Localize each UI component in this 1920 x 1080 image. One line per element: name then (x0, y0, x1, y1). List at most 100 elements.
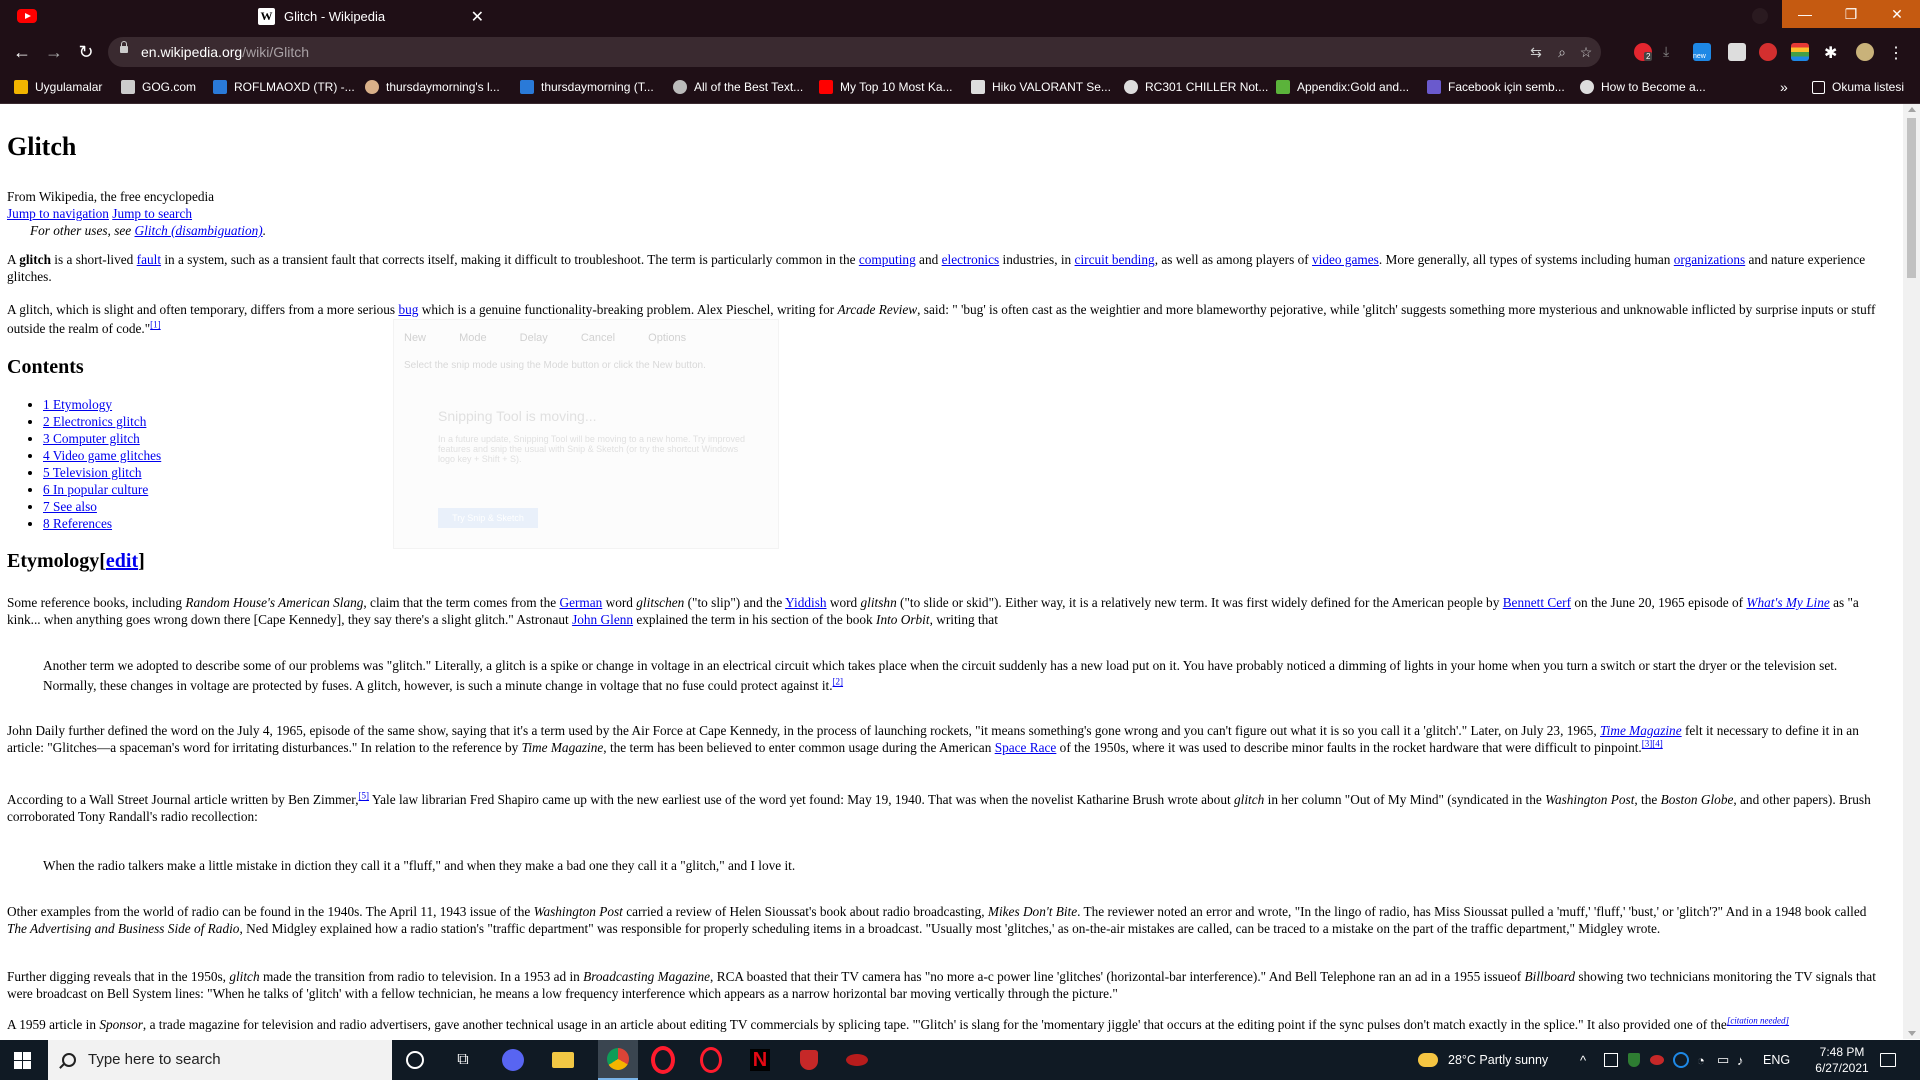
back-arrow-icon[interactable]: ← (10, 40, 34, 64)
netflix-icon[interactable]: N (747, 1047, 773, 1073)
reference-3-4-link[interactable]: [3][4] (1642, 739, 1663, 749)
extension-shield-icon[interactable] (1752, 8, 1768, 24)
msi-dragon-center-icon[interactable] (796, 1047, 822, 1073)
show-hidden-icons-chevron-icon[interactable]: ^ (1580, 1040, 1586, 1080)
bookmark-item[interactable]: Hiko VALORANT Se... (971, 78, 1111, 96)
weather-widget[interactable]: 28°C Partly sunny (1418, 1040, 1548, 1080)
clock[interactable]: 7:48 PM 6/27/2021 (1806, 1040, 1878, 1080)
toc-link-electronics-glitch[interactable]: 2 Electronics glitch (43, 414, 146, 429)
video-games-link[interactable]: video games (1312, 252, 1379, 267)
taskbar-search-box[interactable]: Type here to search (48, 1040, 392, 1080)
clipboard-extension-icon[interactable] (1728, 43, 1746, 61)
new-extension-icon[interactable]: new (1693, 43, 1711, 61)
battery-power-icon[interactable]: ▭ (1717, 1040, 1729, 1080)
lastpass-extension-icon[interactable] (1759, 43, 1777, 61)
bookmark-item[interactable]: Uygulamalar (14, 78, 102, 96)
electronics-link[interactable]: electronics (942, 252, 1000, 267)
vertical-scrollbar[interactable] (1903, 104, 1920, 1039)
volume-speaker-icon[interactable]: ♪ (1737, 1040, 1744, 1080)
john-glenn-link[interactable]: John Glenn (572, 612, 633, 627)
scrollbar-thumb[interactable] (1907, 118, 1916, 278)
toc-link-video-game-glitches[interactable]: 4 Video game glitches (43, 448, 161, 463)
security-shield-icon[interactable] (1628, 1040, 1640, 1080)
bookmark-item[interactable]: My Top 10 Most Ka... (819, 78, 953, 96)
close-window-button[interactable]: ✕ (1874, 0, 1920, 28)
forward-arrow-icon[interactable]: → (42, 40, 66, 64)
fault-link[interactable]: fault (137, 252, 161, 267)
letter-l-icon (520, 80, 534, 94)
bookmark-item[interactable]: GOG.com (121, 78, 196, 96)
tray-app-icon[interactable] (1604, 1040, 1618, 1080)
input-language-indicator[interactable]: ENG (1763, 1040, 1790, 1080)
address-bar[interactable]: en.wikipedia.org/wiki/Glitch ⇆ ⌕ ☆ (108, 37, 1601, 67)
opera-gx-icon[interactable] (698, 1047, 724, 1073)
translate-icon[interactable]: ⇆ (1527, 43, 1545, 61)
msi-afterburner-icon[interactable] (844, 1047, 870, 1073)
bookmark-item[interactable]: Facebook için semb... (1427, 78, 1565, 96)
toc-link-popular-culture[interactable]: 6 In popular culture (43, 482, 148, 497)
bookmark-item[interactable]: All of the Best Text... (673, 78, 803, 96)
reading-list-button[interactable]: Okuma listesi (1812, 78, 1904, 96)
toc-link-etymology[interactable]: 1 Etymology (43, 397, 112, 412)
bennett-cerf-link[interactable]: Bennett Cerf (1503, 595, 1571, 610)
time-magazine-link[interactable]: Time Magazine (1600, 723, 1682, 738)
tab-glitch-wikipedia[interactable]: W Glitch - Wikipedia ✕ (240, 0, 490, 33)
computing-link[interactable]: computing (859, 252, 916, 267)
profile-avatar[interactable] (1856, 43, 1874, 61)
color-picker-extension-icon[interactable] (1791, 43, 1809, 61)
cortana-icon[interactable] (402, 1047, 428, 1073)
opera-icon[interactable] (650, 1046, 676, 1074)
space-race-link[interactable]: Space Race (995, 740, 1057, 755)
bookmark-item[interactable]: ROFLMAOXD (TR) -... (213, 78, 355, 96)
adblock-extension-icon[interactable]: 2 (1634, 43, 1653, 61)
reload-icon[interactable]: ↻ (74, 40, 98, 64)
msi-tray-icon[interactable] (1650, 1040, 1664, 1080)
url-text[interactable]: en.wikipedia.org/wiki/Glitch (141, 44, 309, 60)
bookmark-item[interactable]: How to Become a... (1580, 78, 1706, 96)
german-link[interactable]: German (559, 595, 602, 610)
menu-kebab-icon[interactable]: ⋮ (1888, 43, 1906, 62)
reference-5-link[interactable]: [5] (359, 791, 370, 801)
extensions-puzzle-icon[interactable]: ✱ (1824, 43, 1842, 62)
restore-window-button[interactable]: ❐ (1828, 0, 1874, 28)
file-explorer-icon[interactable] (550, 1047, 576, 1073)
minimize-window-button[interactable]: — (1782, 0, 1828, 28)
scroll-down-arrow-icon[interactable] (1908, 1031, 1916, 1036)
chrome-taskbar-icon[interactable] (598, 1040, 638, 1080)
organizations-link[interactable]: organizations (1674, 252, 1745, 267)
reference-1-link[interactable]: [1] (150, 320, 161, 330)
jump-to-navigation-link[interactable]: Jump to navigation (7, 206, 109, 221)
toc-link-computer-glitch[interactable]: 3 Computer glitch (43, 431, 140, 446)
bug-link[interactable]: bug (398, 302, 418, 317)
yiddish-link[interactable]: Yiddish (785, 595, 826, 610)
discord-icon[interactable] (500, 1047, 526, 1073)
youtube-tab-icon[interactable] (17, 9, 37, 23)
zoom-icon[interactable]: ⌕ (1553, 43, 1571, 61)
toc-link-television-glitch[interactable]: 5 Television glitch (43, 465, 142, 480)
windows-start-icon[interactable] (14, 1052, 31, 1069)
bookmark-item[interactable]: Appendix:Gold and... (1276, 78, 1409, 96)
network-wifi-icon[interactable]: ◔ (1697, 1040, 1705, 1080)
close-tab-icon[interactable]: ✕ (471, 7, 484, 27)
bookmark-item[interactable]: thursdaymorning (T... (520, 78, 654, 96)
bookmarks-overflow-button[interactable]: » (1780, 78, 1788, 96)
download-icon[interactable]: ⤓ (1663, 43, 1681, 61)
whats-my-line-link[interactable]: What's My Line (1746, 595, 1829, 610)
circuit-bending-link[interactable]: circuit bending (1075, 252, 1155, 267)
reference-2-link[interactable]: [2] (833, 677, 844, 687)
scroll-up-arrow-icon[interactable] (1908, 107, 1916, 112)
toc-link-references[interactable]: 8 References (43, 516, 112, 531)
title-bar: W Glitch - Wikipedia ✕ — ❐ ✕ (0, 0, 1920, 33)
jump-to-search-link[interactable]: Jump to search (112, 206, 192, 221)
disambiguation-link[interactable]: Glitch (disambiguation) (135, 223, 263, 238)
task-view-icon[interactable]: ⧉ (450, 1047, 476, 1073)
toc-link-see-also[interactable]: 7 See also (43, 499, 97, 514)
bookmark-item[interactable]: RC301 CHILLER Not... (1124, 78, 1268, 96)
steam-tray-icon[interactable] (1673, 1040, 1689, 1080)
edit-section-link[interactable]: edit (106, 550, 138, 572)
bookmark-star-icon[interactable]: ☆ (1577, 43, 1595, 61)
bookmark-item[interactable]: thursdaymorning's l... (365, 78, 500, 96)
citation-needed-link[interactable]: [citation needed] (1727, 1016, 1789, 1026)
notifications-icon[interactable] (1880, 1040, 1896, 1080)
lock-icon[interactable] (120, 41, 128, 53)
